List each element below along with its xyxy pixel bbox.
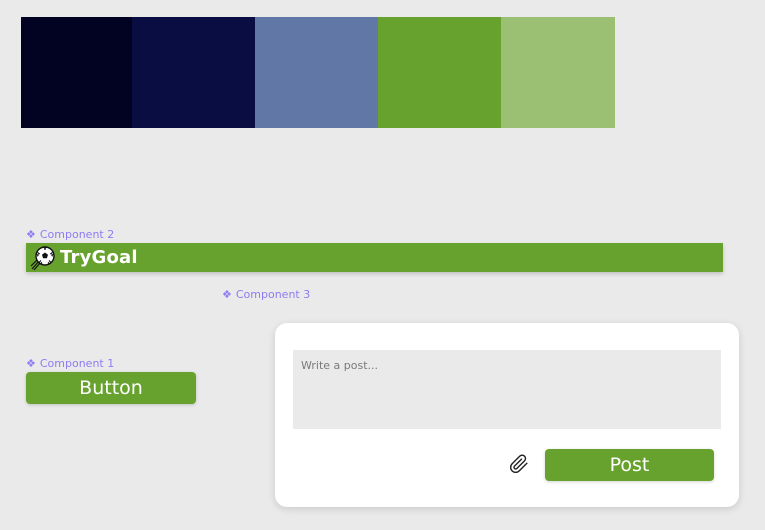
color-swatch: [132, 17, 255, 128]
color-swatch: [501, 17, 615, 128]
component-label-text: Component 2: [39, 228, 115, 241]
app-header: TryGoal: [26, 243, 723, 272]
component-icon: ❖: [26, 357, 36, 370]
post-composer-card: Post: [275, 323, 739, 507]
post-button[interactable]: Post: [545, 449, 714, 481]
color-swatch: [21, 17, 132, 128]
component-label-text: Component 3: [235, 288, 311, 301]
soccer-ball-icon[interactable]: [30, 245, 56, 271]
component-icon: ❖: [26, 228, 36, 241]
component-label: ❖ Component 3: [222, 289, 310, 301]
paperclip-icon[interactable]: [508, 453, 530, 475]
brand-name: TryGoal: [60, 247, 138, 268]
color-swatch: [378, 17, 501, 128]
component-label: ❖ Component 2: [26, 229, 114, 241]
component-icon: ❖: [222, 288, 232, 301]
color-swatch: [255, 17, 378, 128]
component-label-text: Component 1: [39, 357, 115, 370]
post-input[interactable]: [293, 350, 721, 429]
color-palette: [21, 17, 615, 128]
component-label: ❖ Component 1: [26, 358, 114, 370]
primary-button[interactable]: Button: [26, 372, 196, 404]
